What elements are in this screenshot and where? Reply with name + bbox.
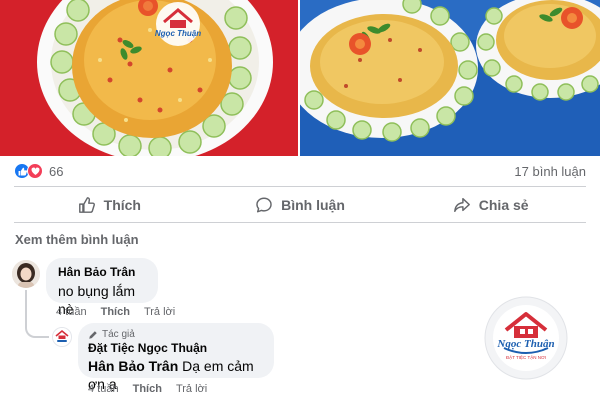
comment-time[interactable]: 4 tuần <box>56 306 87 318</box>
reply-reply-link[interactable]: Trả lời <box>176 383 207 395</box>
share-icon <box>453 197 470 212</box>
action-bar: Thích Bình luận Chia sẻ <box>14 187 586 222</box>
reply-like-link[interactable]: Thích <box>133 383 162 395</box>
thumbs-up-icon <box>78 196 95 213</box>
logo-tagline-text: ĐẶT TIỆC TẬN NƠI <box>506 353 546 360</box>
reactions-bar: 66 17 bình luận <box>0 156 600 186</box>
comment-icon <box>256 197 272 212</box>
view-more-comments-link[interactable]: Xem thêm bình luận <box>15 232 139 247</box>
comment-count-link[interactable]: 17 bình luận <box>514 164 586 179</box>
fried-rice-plates-image <box>300 0 600 156</box>
like-button[interactable]: Thích <box>14 187 205 222</box>
comment-reply-link[interactable]: Trả lời <box>144 306 175 318</box>
fried-rice-photo-left[interactable]: Ngọc Thuận <box>0 0 298 156</box>
page-avatar[interactable] <box>52 327 72 347</box>
reply-meta: 4 tuần Thích Trả lời <box>88 383 207 395</box>
reaction-count: 66 <box>49 163 64 179</box>
reply-bubble: Tác giả Đặt Tiệc Ngọc Thuận Hân Bảo Trân… <box>78 323 274 392</box>
logo-brand-text: Ngọc Thuận <box>496 338 554 350</box>
comment-button[interactable]: Bình luận <box>205 187 396 222</box>
page-logo-image[interactable]: Ngọc Thuận ĐẶT TIỆC TẬN NƠI <box>484 296 568 380</box>
like-button-label: Thích <box>103 196 141 213</box>
commenter-avatar[interactable] <box>12 260 40 288</box>
author-role-badge: Tác giả <box>102 329 135 340</box>
comment-bubble: Hân Bảo Trân no bụng lắm nè <box>46 258 158 317</box>
comment-like-link[interactable]: Thích <box>101 306 130 318</box>
divider <box>14 222 586 223</box>
watermark-text: Ngọc Thuận <box>155 29 201 38</box>
share-button-label: Chia sẻ <box>478 196 529 213</box>
fried-rice-plate-image: Ngọc Thuận <box>0 0 298 156</box>
comment-author[interactable]: Hân Bảo Trân <box>58 265 146 280</box>
comment-meta: 4 tuần Thích Trả lời <box>56 306 175 318</box>
pen-icon <box>89 331 97 339</box>
author-role-line: Tác giả <box>88 329 264 341</box>
love-reaction-icon <box>27 163 43 179</box>
share-button[interactable]: Chia sẻ <box>395 187 586 222</box>
reply-time[interactable]: 4 tuần <box>88 383 119 395</box>
reaction-summary[interactable]: 66 <box>14 163 63 179</box>
fried-rice-photo-right[interactable] <box>300 0 600 156</box>
reply-thread-line <box>25 290 49 338</box>
comment-button-label: Bình luận <box>281 196 345 213</box>
reply-mention[interactable]: Hân Bảo Trân <box>88 358 178 374</box>
post-photos: Ngọc Thuận <box>0 0 600 156</box>
reply-author[interactable]: Đặt Tiệc Ngọc Thuận <box>88 341 264 356</box>
